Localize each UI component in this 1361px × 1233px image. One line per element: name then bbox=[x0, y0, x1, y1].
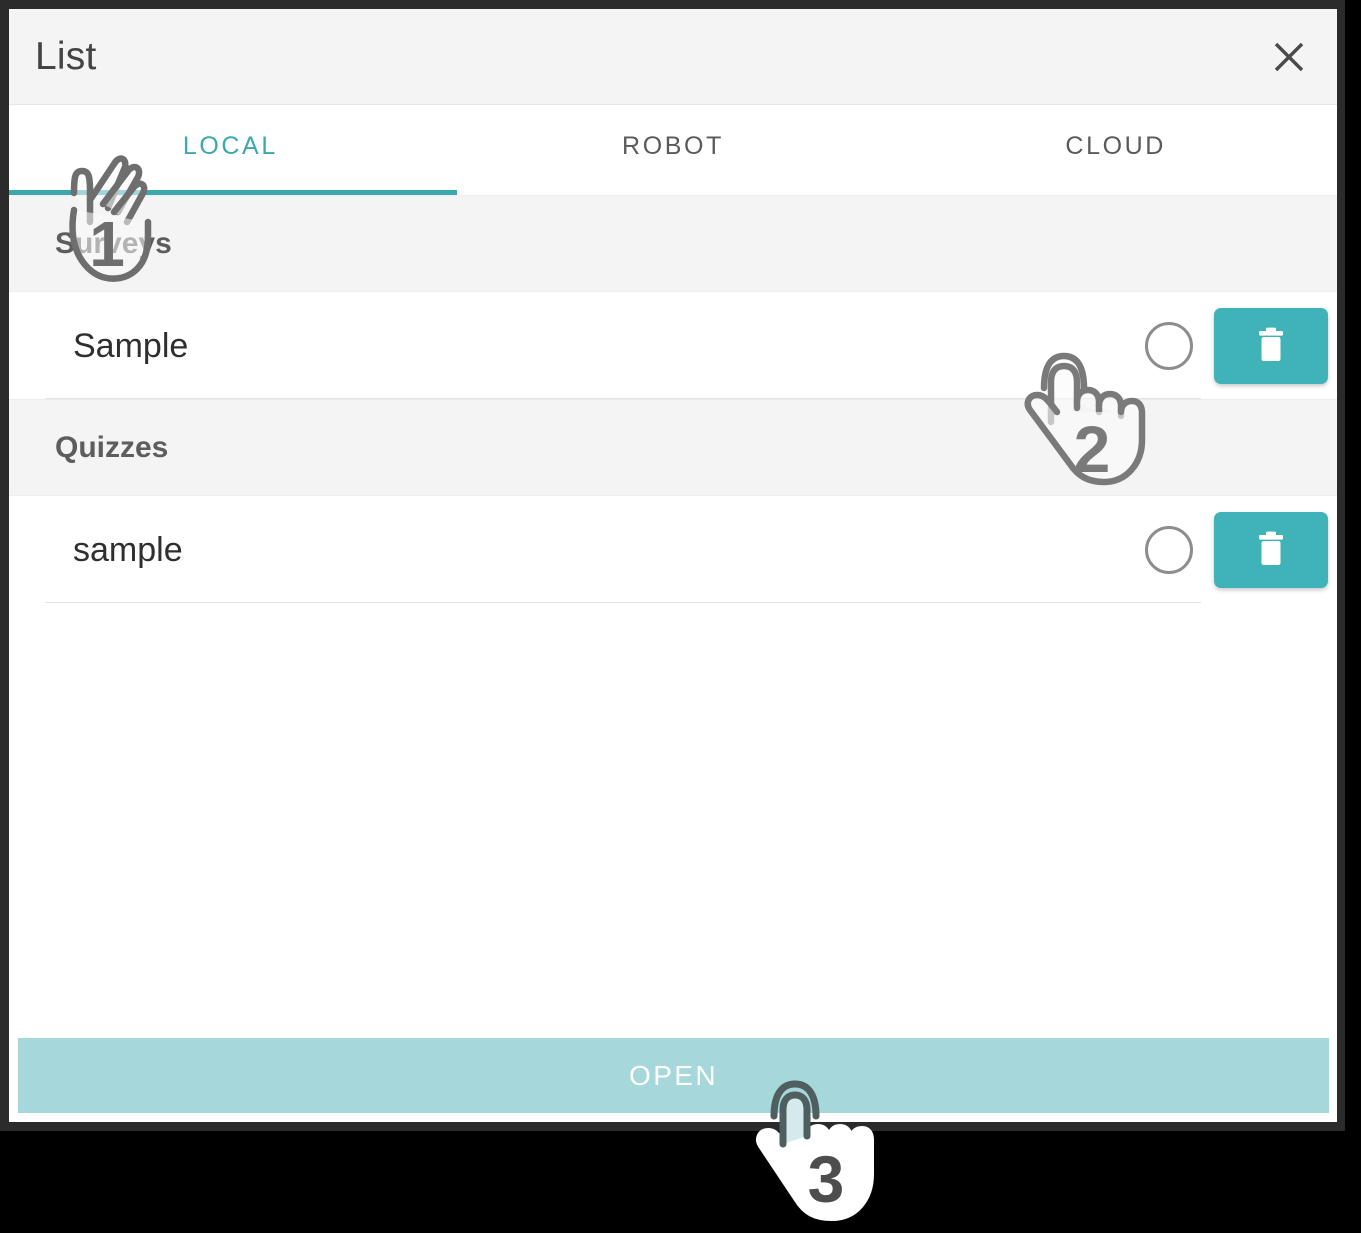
radio-sample-quiz[interactable] bbox=[1145, 525, 1193, 574]
section-header-surveys: Surveys bbox=[9, 195, 1337, 292]
tab-local[interactable]: LOCAL bbox=[9, 105, 452, 195]
close-icon bbox=[1269, 37, 1309, 77]
radio-sample-survey[interactable] bbox=[1145, 321, 1193, 370]
tab-cloud-label: CLOUD bbox=[1065, 131, 1166, 160]
open-button-label: OPEN bbox=[629, 1059, 718, 1091]
section-header-surveys-label: Surveys bbox=[55, 226, 172, 260]
list-item[interactable]: Sample bbox=[9, 292, 1337, 399]
list-body: Surveys Sample Quizzes sample bbox=[9, 195, 1337, 1045]
dialog-title-bar: List bbox=[9, 9, 1337, 105]
section-header-quizzes: Quizzes bbox=[9, 399, 1337, 496]
delete-button-sample-survey[interactable] bbox=[1214, 307, 1328, 384]
tab-local-label: LOCAL bbox=[182, 131, 278, 160]
tab-robot[interactable]: ROBOT bbox=[452, 105, 895, 195]
open-button[interactable]: OPEN bbox=[18, 1038, 1329, 1113]
section-header-quizzes-label: Quizzes bbox=[55, 430, 169, 464]
list-item-label: sample bbox=[73, 530, 183, 569]
annotation-number-3: 3 bbox=[807, 1142, 845, 1216]
row-divider bbox=[45, 398, 1201, 399]
list-item[interactable]: sample bbox=[9, 496, 1337, 603]
active-tab-indicator bbox=[9, 190, 457, 195]
trash-icon bbox=[1251, 325, 1291, 367]
tab-robot-label: ROBOT bbox=[622, 131, 724, 160]
list-dialog-window: List LOCAL ROBOT CLOUD Surveys Sample Qu… bbox=[0, 0, 1345, 1131]
page-title: List bbox=[35, 35, 97, 78]
row-divider bbox=[45, 602, 1201, 603]
tab-bar: LOCAL ROBOT CLOUD bbox=[9, 105, 1337, 195]
tab-cloud[interactable]: CLOUD bbox=[894, 105, 1337, 195]
close-button[interactable] bbox=[1261, 29, 1317, 85]
delete-button-sample-quiz[interactable] bbox=[1214, 511, 1328, 588]
list-item-label: Sample bbox=[73, 326, 189, 365]
trash-icon bbox=[1251, 529, 1291, 571]
